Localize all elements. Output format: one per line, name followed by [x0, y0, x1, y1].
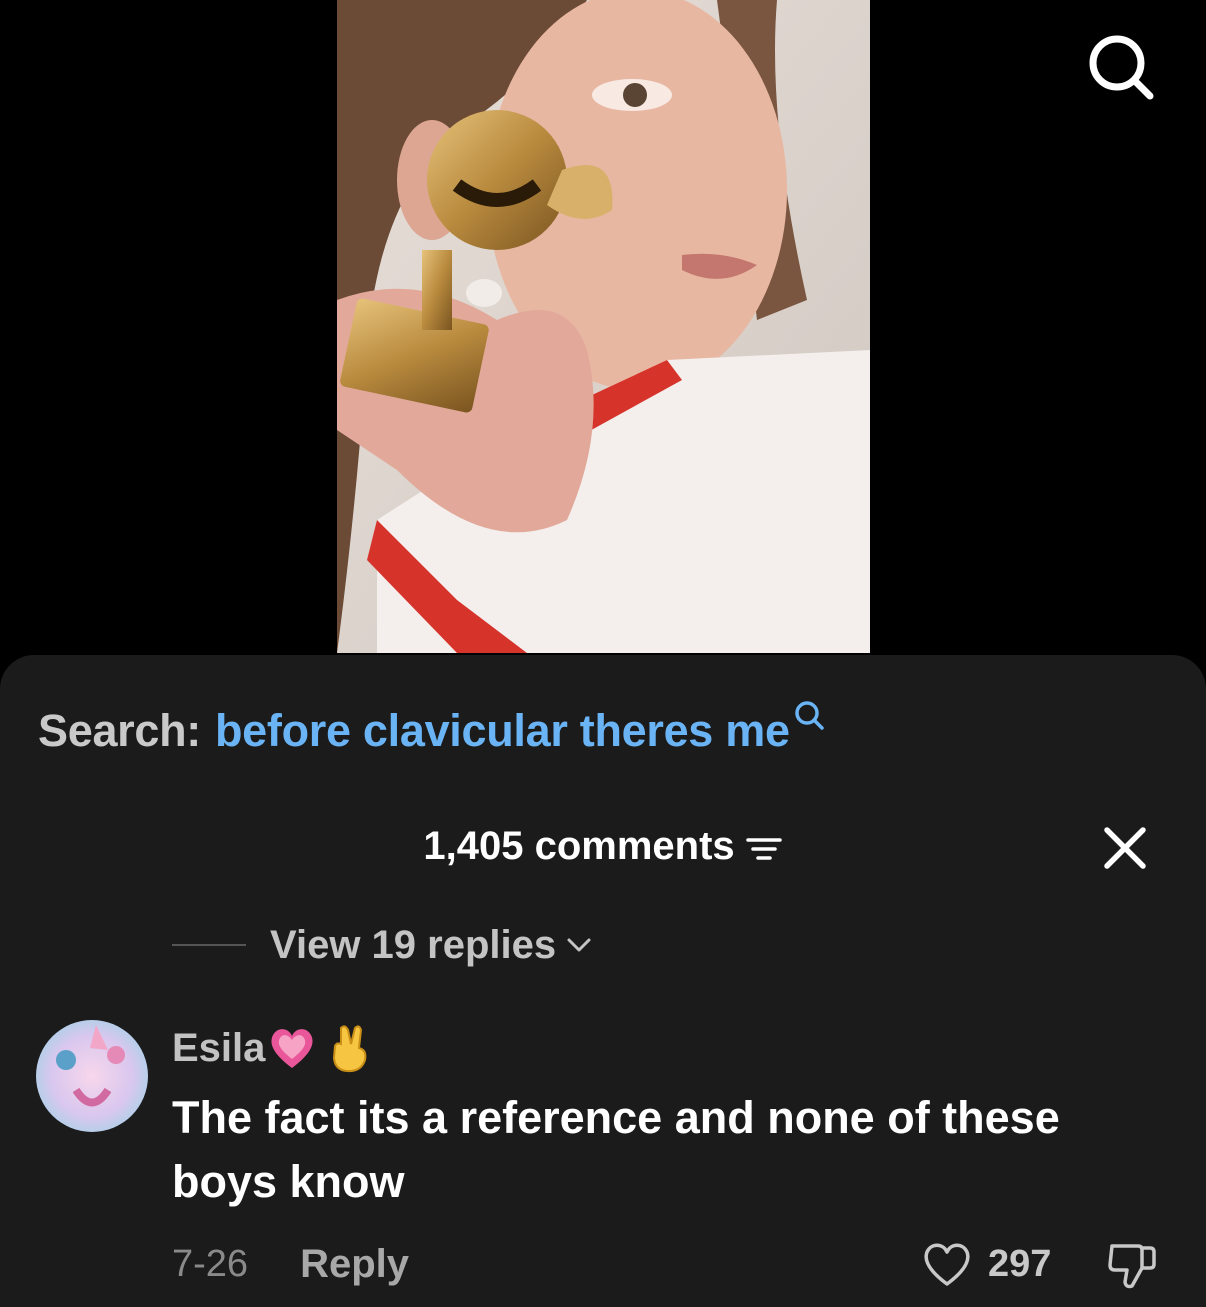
- comments-count: 1,405 comments: [423, 823, 735, 868]
- comment-date: 7-26: [172, 1242, 249, 1285]
- chevron-down-icon: [566, 935, 592, 955]
- thumbs-down-icon[interactable]: [1104, 1238, 1158, 1292]
- close-icon[interactable]: [1099, 822, 1151, 874]
- search-icon[interactable]: [1084, 30, 1156, 102]
- like-group: 297: [920, 1236, 1051, 1292]
- search-prefix: Search:: [38, 705, 201, 756]
- comment-text: The fact its a reference and none of the…: [172, 1092, 1060, 1207]
- divider: [172, 944, 246, 946]
- video-thumbnail[interactable]: [337, 0, 870, 653]
- comment-author[interactable]: Esila: [172, 1020, 371, 1076]
- like-count: 297: [988, 1242, 1052, 1285]
- filter-icon[interactable]: [745, 830, 783, 862]
- comment-meta: 7-26 Reply: [172, 1236, 409, 1292]
- video-area: [0, 0, 1206, 670]
- reply-button[interactable]: Reply: [300, 1242, 409, 1287]
- heart-outline-icon[interactable]: [920, 1240, 974, 1288]
- search-suggestion[interactable]: Search: before clavicular theres me: [38, 701, 828, 757]
- avatar[interactable]: [36, 1020, 148, 1132]
- comments-header: 1,405 comments: [0, 818, 1206, 874]
- view-replies-button[interactable]: View 19 replies: [172, 920, 592, 970]
- view-replies-label: View 19 replies: [270, 922, 557, 967]
- username: Esila: [172, 1025, 266, 1070]
- crossed-fingers-hand-icon: [327, 1022, 371, 1074]
- search-query-link[interactable]: before clavicular theres me: [215, 705, 790, 757]
- search-icon[interactable]: [792, 693, 828, 730]
- pink-heart-icon: [267, 1025, 317, 1071]
